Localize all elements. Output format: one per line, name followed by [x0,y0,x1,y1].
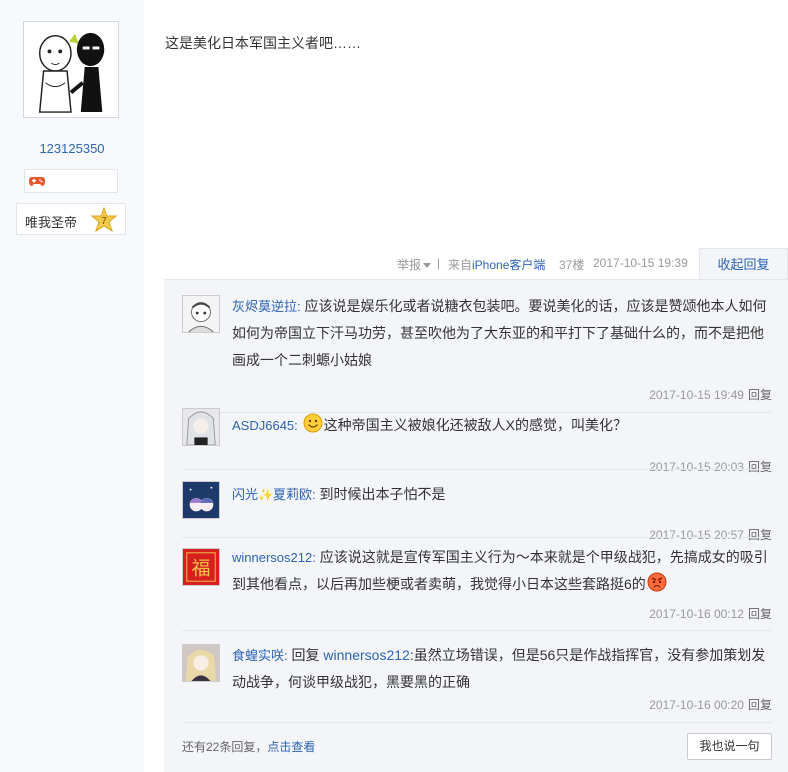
reply-time: 2017-10-15 19:49 [649,388,744,402]
svg-text:福: 福 [192,558,211,580]
reply-button[interactable]: 回复 [748,698,772,712]
floor-number: 37楼 [559,258,585,272]
reply-footer: 2017-10-15 20:03 回复 [649,458,772,475]
author-level-badge[interactable]: 唯我圣帝 7 [16,203,126,235]
author-icon-strip [24,169,118,193]
mention-link[interactable]: winnersos212 [323,647,409,663]
reply-divider [182,537,772,538]
author-column: 123125350 唯我圣帝 7 [0,0,144,772]
reply-username[interactable]: 灰烬莫逆拉 [232,299,297,314]
more-replies: 还有22条回复，点击查看 [182,738,315,755]
client-link[interactable]: iPhone客户端 [472,258,545,272]
reply-avatar[interactable] [182,295,220,333]
reply-avatar[interactable] [182,481,220,519]
say-something-button[interactable]: 我也说一句 [687,733,772,760]
reply-footer: 2017-10-15 20:57 回复 [649,526,772,543]
author-name-link[interactable]: 123125350 [0,141,144,156]
reply-text: ASDJ6645: 这种帝国主义被娘化还被敌人X的感觉，叫美化？ [232,412,772,439]
reply-username[interactable]: 闪光✨夏莉欧 [232,487,312,502]
level-star-icon: 7 [91,207,117,233]
reply-box: 灰烬莫逆拉: 应该说是娱乐化或者说糖衣包装吧。要说美化的话，应该是赞颂他本人如何… [164,279,788,772]
reply-footer: 2017-10-15 19:49 回复 [649,386,772,403]
reply-time: 2017-10-16 00:20 [649,698,744,712]
view-more-link[interactable]: 点击查看 [267,740,315,754]
post-time: 2017-10-15 19:39 [593,256,688,270]
reply-footer: 2017-10-16 00:20 回复 [649,696,772,713]
report-button[interactable]: 举报 [397,256,432,272]
reply-content: 这种帝国主义被娘化还被敌人X的感觉，叫美化？ [323,417,628,433]
author-avatar-image [26,24,116,115]
tail-separator: | [437,256,441,270]
reply-username[interactable]: ASDJ6645 [232,418,294,433]
reply-time: 2017-10-15 20:57 [649,528,744,542]
reply-text: 闪光✨夏莉欧: 到时候出本子怕不是 [232,486,446,502]
reply-text: 食蝗实咲: 回复 winnersos212:虽然立场错误，但是56只是作战指挥官… [232,647,766,690]
reply-time: 2017-10-15 20:03 [649,460,744,474]
more-replies-count: 还有22条回复， [182,740,268,754]
sparkle-icon: ✨ [258,488,273,502]
reply-username[interactable]: winnersos212 [232,550,312,565]
chevron-down-icon [423,263,432,269]
reply-time: 2017-10-16 00:12 [649,607,744,621]
reply-avatar[interactable] [182,644,220,682]
reply-button[interactable]: 回复 [748,528,772,542]
reply-divider [182,469,772,470]
level-name: 唯我圣帝 [25,215,78,230]
reply-text: 灰烬莫逆拉: 应该说是娱乐化或者说糖衣包装吧。要说美化的话，应该是赞颂他本人如何… [232,298,767,368]
reply-divider [182,722,772,723]
smile-emoji-icon [303,413,323,433]
reply-button[interactable]: 回复 [748,607,772,621]
reply-username[interactable]: 食蝗实咲 [232,648,284,663]
reply-content: 应该说是娱乐化或者说糖衣包装吧。要说美化的话，应该是赞颂他本人如何如何为帝国立下… [232,298,767,368]
reply-avatar[interactable] [182,408,220,446]
angry-emoji-icon [647,572,667,592]
reply-footer: 2017-10-16 00:12 回复 [649,605,772,622]
reply-text: winnersos212: 应该说这就是宣传军国主义行为～本来就是个甲级战犯，先… [232,549,768,592]
reply-button[interactable]: 回复 [748,460,772,474]
author-avatar[interactable] [23,21,119,118]
collapse-replies-button[interactable]: 收起回复 [699,248,788,280]
gamepad-icon[interactable] [29,175,45,187]
reply-avatar[interactable]: 福 [182,548,220,586]
reply-prefix: 回复 [291,647,320,663]
reply-content: 到时候出本子怕不是 [319,486,446,502]
reply-button[interactable]: 回复 [748,388,772,402]
post-content: 这是美化日本军国主义者吧…… [165,35,361,51]
client-source: 来自iPhone客户端 [448,258,546,272]
reply-divider [182,630,772,631]
level-number: 7 [101,216,107,227]
